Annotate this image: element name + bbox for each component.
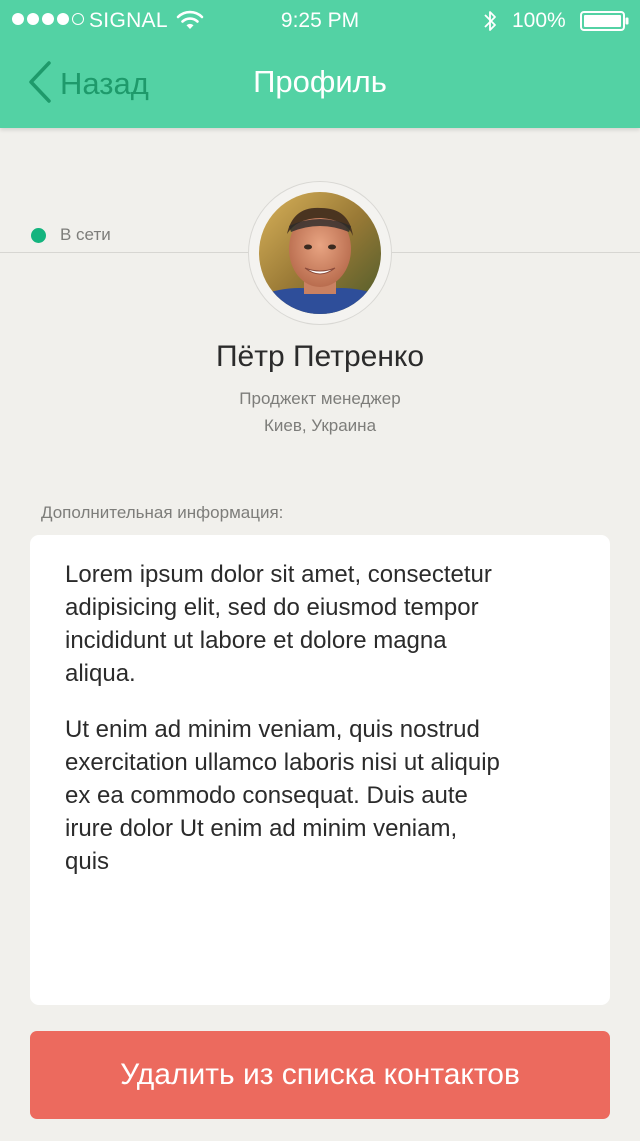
additional-info-card: Lorem ipsum dolor sit amet, consectetur …: [30, 535, 610, 1005]
online-status: В сети: [31, 225, 111, 245]
online-status-label: В сети: [60, 225, 111, 244]
avatar-frame: [248, 181, 392, 325]
user-name: Пётр Петренко: [215, 340, 425, 373]
info-paragraph-2: Ut enim ad minim veniam, quis nostrud ex…: [65, 716, 500, 875]
online-dot-icon: [31, 227, 46, 243]
avatar[interactable]: [259, 192, 381, 314]
battery-icon: [580, 11, 630, 37]
delete-contact-button[interactable]: Удалить из списка контактов: [30, 1031, 610, 1119]
nav-header: SIGNAL 9:25 PM 100% Назад Профиль: [0, 0, 640, 128]
additional-info-label: Дополнительная информация:: [41, 503, 284, 522]
user-role: Проджект менеджер: [239, 389, 401, 408]
page-title: Профиль: [253, 64, 387, 99]
user-location: Киев, Украина: [263, 416, 377, 435]
battery-percentage: 100%: [512, 9, 566, 32]
status-bar: SIGNAL 9:25 PM 100%: [0, 0, 640, 40]
bluetooth-icon: [481, 9, 499, 39]
info-paragraph-1: Lorem ipsum dolor sit amet, consectetur …: [65, 561, 492, 687]
